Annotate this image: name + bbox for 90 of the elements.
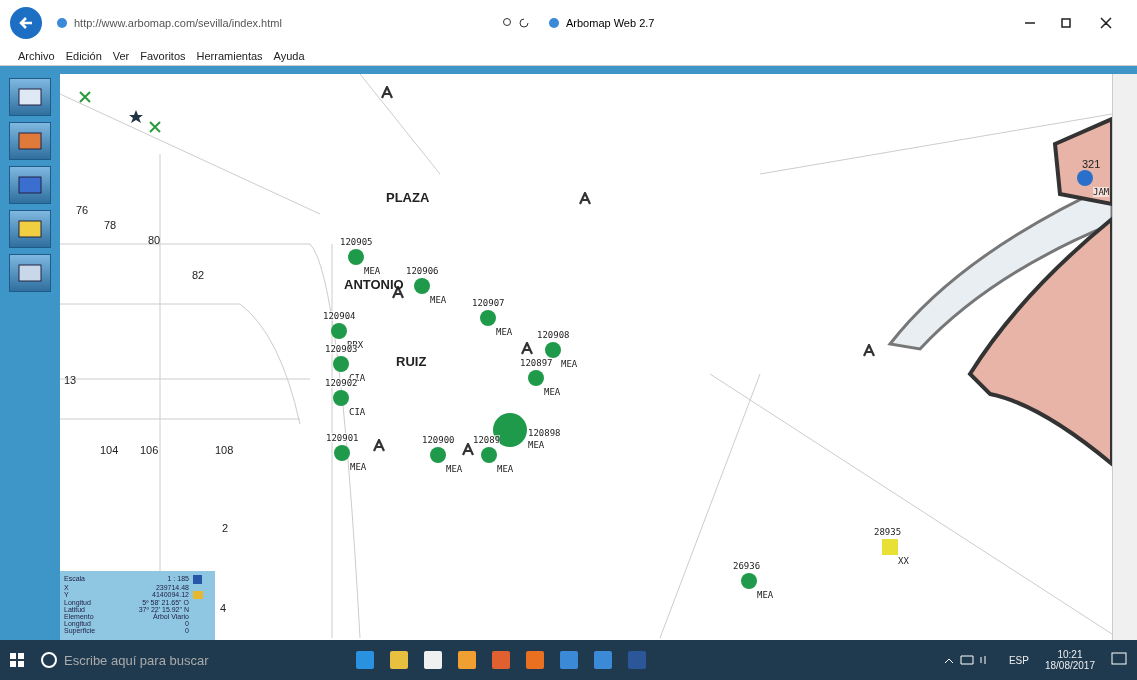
species-code-label: MEA — [544, 387, 561, 397]
tree-id-label: 120901 — [326, 433, 359, 443]
tool-button[interactable] — [9, 78, 51, 116]
tree-id-label: 120908 — [537, 330, 570, 340]
species-code-label: XX — [898, 556, 909, 566]
species-code-label: MEA — [757, 590, 774, 600]
tool-icon — [17, 174, 43, 196]
square-marker[interactable] — [882, 539, 898, 555]
circle-icon — [40, 651, 58, 669]
browser-icon — [56, 17, 68, 29]
scrollbar[interactable] — [1112, 74, 1137, 640]
species-code-label: MEA — [446, 464, 463, 474]
house-number: 4 — [220, 602, 227, 614]
tree-symbol-icon — [579, 192, 591, 205]
species-code-label: JAM — [1093, 187, 1110, 197]
species-code-label: MEA — [364, 266, 381, 276]
species-code-label: MEA — [430, 295, 447, 305]
tree-id-label: 120900 — [422, 435, 455, 445]
tree-marker[interactable] — [414, 278, 430, 294]
house-number: 13 — [64, 374, 77, 386]
menu-item[interactable]: Ver — [112, 49, 130, 62]
tree-symbol-icon — [863, 344, 875, 357]
windows-start-icon[interactable] — [10, 653, 24, 667]
tab-title: Arbomap Web 2.7 — [566, 17, 655, 29]
tree-marker[interactable] — [480, 310, 496, 326]
tree-marker[interactable] — [430, 447, 446, 463]
tree-id-label: 28935 — [874, 527, 902, 537]
menu-item[interactable]: Favoritos — [140, 49, 186, 62]
tool-icon — [17, 86, 43, 108]
tree-marker[interactable] — [333, 390, 349, 406]
tree-marker[interactable] — [348, 249, 364, 265]
browser-icon — [548, 17, 560, 29]
tool-button[interactable] — [9, 122, 51, 160]
back-button[interactable] — [10, 7, 42, 39]
species-code-label: MEA — [561, 359, 578, 369]
tree-marker[interactable] — [528, 370, 544, 386]
search-refresh-icon[interactable] — [502, 17, 532, 29]
address-bar[interactable]: http://www.arbomap.com/sevilla/index.html — [52, 11, 492, 35]
tree-id-label: 12089 — [473, 435, 501, 445]
house-number: 80 — [148, 234, 161, 246]
house-number: 82 — [192, 269, 205, 281]
tree-id-label: 120897 — [520, 358, 553, 368]
tree-id-label: 120898 — [528, 428, 561, 438]
house-number: 104 — [100, 444, 119, 456]
tree-id-label: 120905 — [340, 237, 373, 247]
tree-symbol-icon — [521, 342, 533, 355]
taskbar-search-field[interactable]: Escribe aquí para buscar — [40, 645, 340, 675]
house-number: 108 — [215, 444, 234, 456]
tree-id-label: 120904 — [323, 311, 356, 321]
tree-marker[interactable] — [331, 323, 347, 339]
tool-icon — [17, 218, 43, 240]
tree-symbol-icon — [373, 439, 385, 452]
tree-marker[interactable] — [545, 342, 561, 358]
back-arrow-icon — [18, 15, 34, 31]
tree-symbol-icon — [462, 443, 474, 456]
tree-marker[interactable] — [741, 573, 757, 589]
house-number: 2 — [222, 522, 229, 534]
clock-date[interactable]: 18/08/2017 — [1044, 660, 1095, 671]
house-number: 78 — [104, 219, 117, 231]
species-code-label: MEA — [497, 464, 514, 474]
notification-icon[interactable] — [1111, 652, 1127, 668]
clock-time[interactable]: 10:21 — [1057, 649, 1083, 660]
tree-id-label: 26936 — [733, 561, 761, 571]
menu-item[interactable]: Ayuda — [273, 49, 305, 62]
menu-item[interactable]: Edición — [65, 49, 102, 62]
tool-button[interactable] — [9, 254, 51, 292]
species-code-label: MEA — [350, 462, 367, 472]
tree-marker[interactable] — [333, 356, 349, 372]
tree-marker[interactable] — [481, 447, 497, 463]
street-label: RUIZ — [396, 354, 427, 369]
menu-item[interactable]: Archivo — [18, 49, 55, 62]
browser-tab[interactable]: Arbomap Web 2.7 — [542, 10, 732, 36]
species-code-label: CIA — [349, 407, 366, 417]
species-code-label: MEA — [496, 327, 513, 337]
tree-symbol-icon — [381, 86, 393, 99]
house-number: 76 — [76, 204, 89, 216]
tool-button[interactable] — [9, 166, 51, 204]
tool-button[interactable] — [9, 210, 51, 248]
menu-item[interactable]: Herramientas — [196, 49, 263, 62]
tool-icon — [17, 262, 43, 284]
street-label: PLAZA — [386, 190, 430, 205]
language-indicator[interactable]: ESP — [1008, 654, 1029, 666]
house-number: 321 — [1082, 158, 1101, 170]
tree-id-label: 120906 — [406, 266, 439, 276]
tool-icon — [17, 130, 43, 152]
species-code-label: MEA — [528, 440, 545, 450]
tree-id-label: 120907 — [472, 298, 505, 308]
tree-marker[interactable] — [334, 445, 350, 461]
street-label: ANTONIO — [344, 277, 404, 292]
house-number: 106 — [140, 444, 159, 456]
